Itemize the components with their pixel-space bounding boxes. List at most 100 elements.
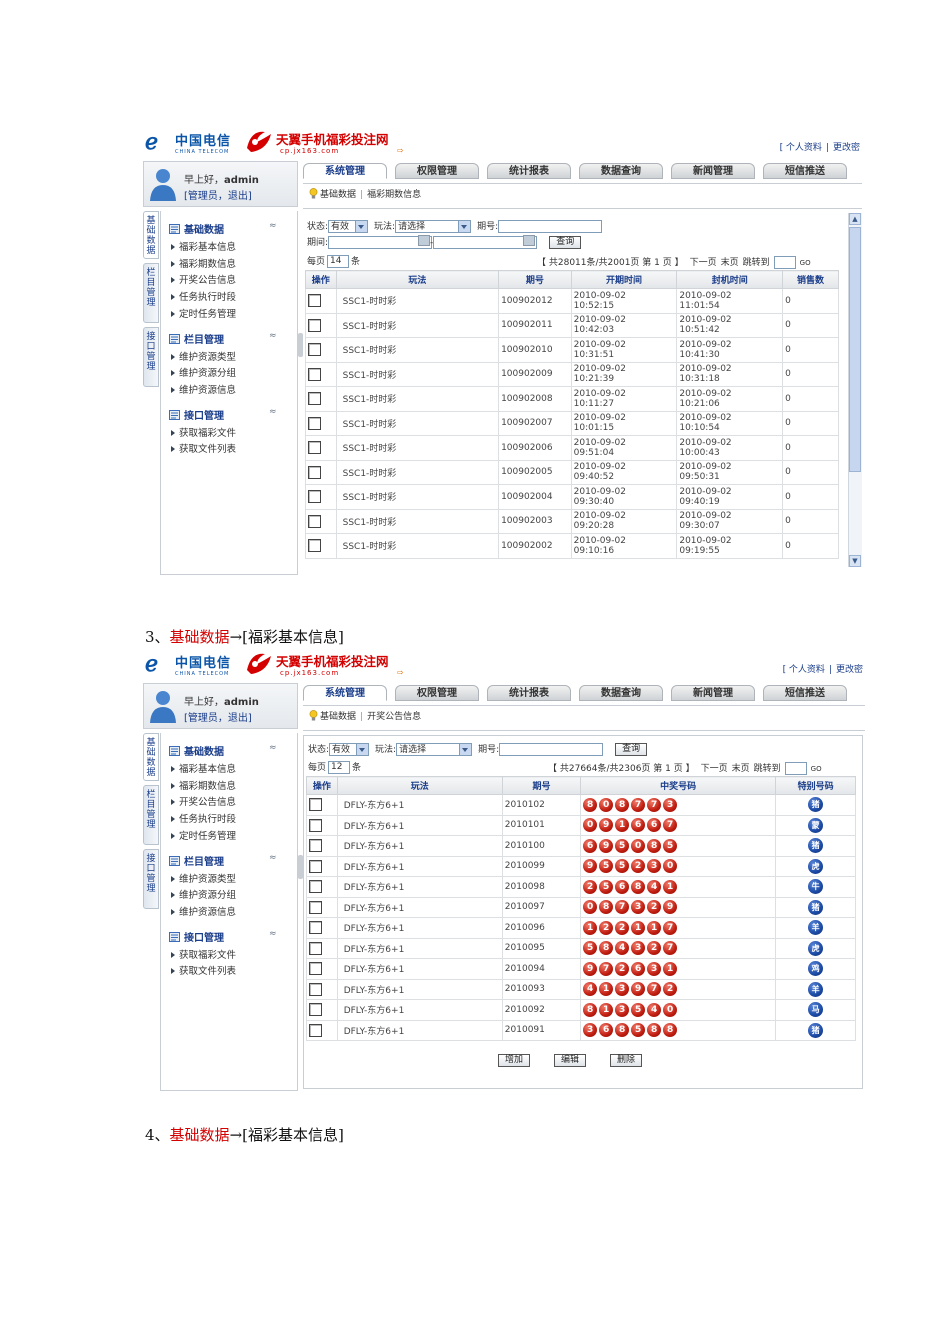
- row-checkbox[interactable]: [308, 367, 321, 381]
- collapse-icon[interactable]: ≈: [269, 331, 277, 341]
- query-button[interactable]: 查询: [615, 743, 648, 756]
- tab-1[interactable]: 权限管理: [395, 163, 479, 179]
- scroll-thumb[interactable]: [849, 227, 861, 472]
- play-select[interactable]: 请选择: [396, 743, 473, 756]
- menu-group-0[interactable]: 基础数据 ≈: [169, 743, 277, 758]
- menu-item[interactable]: 维护资源信息: [171, 382, 236, 396]
- menu-item[interactable]: 维护资源信息: [171, 904, 236, 918]
- row-checkbox[interactable]: [308, 416, 321, 430]
- last-page-link[interactable]: 末页: [732, 764, 750, 774]
- menu-group-1[interactable]: 栏目管理 ≈: [169, 331, 277, 346]
- side-tab-1[interactable]: 栏目管理: [143, 785, 159, 845]
- status-select[interactable]: 有效: [328, 220, 369, 233]
- row-checkbox[interactable]: [309, 900, 322, 914]
- profile-link[interactable]: [ 个人资料: [780, 143, 822, 153]
- jump-input[interactable]: [773, 256, 796, 269]
- row-checkbox[interactable]: [309, 1023, 322, 1037]
- collapse-icon[interactable]: ≈: [269, 221, 277, 231]
- collapse-icon[interactable]: ≈: [269, 743, 277, 753]
- row-checkbox[interactable]: [308, 539, 321, 553]
- role-logout[interactable]: [管理员，退出]: [184, 709, 252, 724]
- change-password-link[interactable]: 更改密: [833, 143, 860, 153]
- row-checkbox[interactable]: [308, 441, 321, 455]
- collapse-icon[interactable]: ≈: [269, 853, 277, 863]
- menu-item[interactable]: 开奖公告信息: [171, 272, 236, 286]
- menu-item[interactable]: 任务执行时段: [171, 289, 236, 303]
- row-checkbox[interactable]: [309, 941, 322, 955]
- column-header[interactable]: 玩法: [335, 270, 500, 289]
- calendar-icon[interactable]: [418, 235, 431, 246]
- menu-item[interactable]: 维护资源分组: [171, 365, 236, 379]
- menu-item[interactable]: 定时任务管理: [171, 306, 236, 320]
- menu-item[interactable]: 福彩基本信息: [171, 239, 236, 253]
- side-tab-0[interactable]: 基础数据: [143, 733, 159, 781]
- menu-item[interactable]: 获取福彩文件: [171, 947, 236, 961]
- menu-group-1[interactable]: 栏目管理 ≈: [169, 853, 277, 868]
- scroll-up-icon[interactable]: ▲: [849, 213, 861, 225]
- row-checkbox[interactable]: [309, 1003, 322, 1017]
- tab-2[interactable]: 统计报表: [487, 685, 571, 701]
- row-checkbox[interactable]: [308, 514, 321, 528]
- column-header[interactable]: 开期时间: [570, 270, 678, 289]
- row-checkbox[interactable]: [309, 798, 322, 812]
- column-header[interactable]: 特别号码: [775, 776, 856, 795]
- go-button[interactable]: GO: [800, 259, 811, 267]
- menu-item[interactable]: 开奖公告信息: [171, 794, 236, 808]
- column-header[interactable]: 期号: [498, 270, 572, 289]
- calendar-icon[interactable]: [523, 235, 536, 246]
- add-button[interactable]: 增加: [498, 1054, 531, 1067]
- menu-item[interactable]: 福彩期数信息: [171, 256, 236, 270]
- row-checkbox[interactable]: [309, 818, 322, 832]
- breadcrumb-root[interactable]: 基础数据: [320, 190, 356, 200]
- play-select[interactable]: 请选择: [395, 220, 472, 233]
- breadcrumb-root[interactable]: 基础数据: [320, 712, 356, 722]
- edit-button[interactable]: 编辑: [554, 1054, 587, 1067]
- row-checkbox[interactable]: [309, 962, 322, 976]
- role-logout[interactable]: [管理员，退出]: [184, 187, 252, 202]
- menu-group-2[interactable]: 接口管理 ≈: [169, 929, 277, 944]
- menu-item[interactable]: 获取福彩文件: [171, 425, 236, 439]
- tab-0[interactable]: 系统管理: [303, 163, 387, 179]
- go-button[interactable]: GO: [811, 765, 822, 773]
- profile-link[interactable]: [ 个人资料: [783, 665, 825, 675]
- column-header[interactable]: 销售数: [782, 270, 839, 289]
- side-tab-2[interactable]: 接口管理: [143, 327, 159, 387]
- scroll-down-icon[interactable]: ▼: [849, 555, 861, 567]
- menu-group-2[interactable]: 接口管理 ≈: [169, 407, 277, 422]
- row-checkbox[interactable]: [309, 880, 322, 894]
- side-tab-1[interactable]: 栏目管理: [143, 263, 159, 323]
- period-start-input[interactable]: [328, 236, 433, 249]
- last-page-link[interactable]: 末页: [721, 258, 739, 268]
- side-tab-2[interactable]: 接口管理: [143, 849, 159, 909]
- row-checkbox[interactable]: [308, 294, 321, 308]
- tab-4[interactable]: 新闻管理: [671, 685, 755, 701]
- query-button[interactable]: 查询: [549, 236, 582, 249]
- row-checkbox[interactable]: [309, 921, 322, 935]
- menu-item[interactable]: 任务执行时段: [171, 811, 236, 825]
- column-header[interactable]: 玩法: [336, 776, 503, 795]
- menu-item[interactable]: 福彩期数信息: [171, 778, 236, 792]
- menu-item[interactable]: 定时任务管理: [171, 828, 236, 842]
- column-header[interactable]: 期号: [501, 776, 582, 795]
- tab-3[interactable]: 数据查询: [579, 685, 663, 701]
- tab-5[interactable]: 短信推送: [763, 685, 847, 701]
- column-header[interactable]: 操作: [305, 270, 337, 289]
- issue-input[interactable]: [499, 743, 604, 756]
- row-checkbox[interactable]: [309, 859, 322, 873]
- tab-2[interactable]: 统计报表: [487, 163, 571, 179]
- row-checkbox[interactable]: [308, 392, 321, 406]
- menu-item[interactable]: 获取文件列表: [171, 963, 236, 977]
- row-checkbox[interactable]: [309, 982, 322, 996]
- menu-item[interactable]: 维护资源类型: [171, 349, 236, 363]
- column-header[interactable]: 封机时间: [676, 270, 784, 289]
- tab-0[interactable]: 系统管理: [303, 685, 387, 701]
- change-password-link[interactable]: 更改密: [836, 665, 863, 675]
- jump-input[interactable]: [784, 762, 807, 775]
- row-checkbox[interactable]: [308, 490, 321, 504]
- next-page-link[interactable]: 下一页: [701, 764, 728, 774]
- tab-4[interactable]: 新闻管理: [671, 163, 755, 179]
- row-checkbox[interactable]: [308, 343, 321, 357]
- issue-input[interactable]: [498, 220, 603, 233]
- status-select[interactable]: 有效: [329, 743, 370, 756]
- menu-item[interactable]: 福彩基本信息: [171, 761, 236, 775]
